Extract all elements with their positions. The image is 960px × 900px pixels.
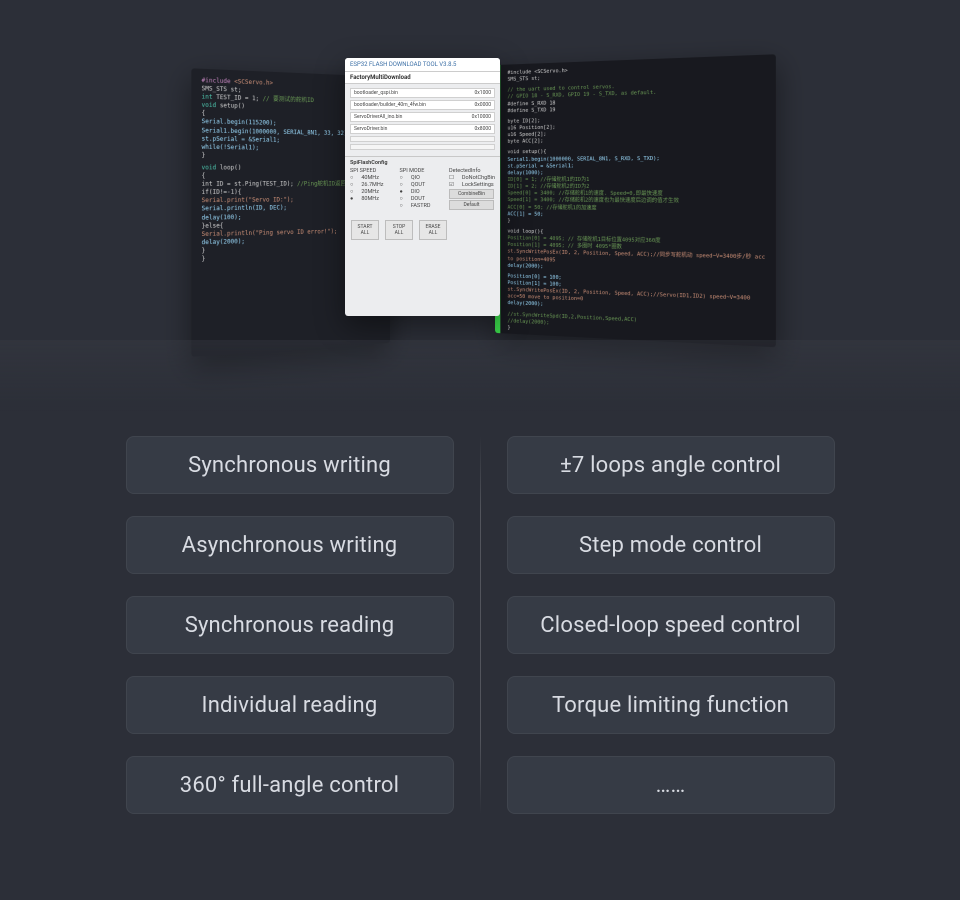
feature-label: Synchronous writing xyxy=(188,453,391,478)
radio-option: ○ DOUT xyxy=(399,196,442,202)
radio-option: ○ QOUT xyxy=(399,182,442,188)
action-buttons: START ALL STOP ALL ERASE ALL xyxy=(345,214,500,246)
file-row: bootloader/builder_40m_4fw.bin 0x0000 xyxy=(350,100,495,110)
column-header: DetectedInfo xyxy=(449,168,495,174)
feature-label: Individual reading xyxy=(202,693,378,718)
feature-pill: Closed-loop speed control xyxy=(507,596,835,654)
radio-option: ○ 40MHz xyxy=(350,175,393,181)
feature-label: Closed-loop speed control xyxy=(540,613,800,638)
code-token: loop() xyxy=(216,164,241,171)
radio-option: ○ QIO xyxy=(399,175,442,181)
code-token: int ID = st.Ping(TEST_ID); xyxy=(202,181,294,188)
mini-button: Default xyxy=(449,200,494,210)
feature-label: Torque limiting function xyxy=(552,693,789,718)
stop-all-button: STOP ALL xyxy=(385,220,413,240)
section-title: SpiFlashConfig xyxy=(350,160,495,166)
option-label: DOUT xyxy=(411,196,425,202)
feature-pill: Torque limiting function xyxy=(507,676,835,734)
code-token: setup() xyxy=(216,102,245,110)
radio-option: ○ 26.7MHz xyxy=(350,182,393,188)
option-label: FASTRD xyxy=(411,203,431,209)
column-header: SPI MODE xyxy=(399,168,442,174)
option-label: 20MHz xyxy=(361,189,379,195)
spi-flash-config: SpiFlashConfig SPI SPEED ○ 40MHz ○ 26.7M… xyxy=(345,156,500,214)
checkbox-option: ☑ LockSettings xyxy=(449,182,495,188)
feature-label: …… xyxy=(656,773,686,798)
file-row: ServoDriverAll_ino.bin 0x10000 xyxy=(350,112,495,122)
erase-all-button: ERASE ALL xyxy=(419,220,447,240)
file-addr: 0x0000 xyxy=(474,102,491,108)
file-addr: 0x1000 xyxy=(474,90,491,96)
column-header: SPI SPEED xyxy=(350,168,393,174)
feature-label: 360° full-angle control xyxy=(180,773,399,798)
file-name: bootloader_qspi.bin xyxy=(354,90,398,96)
feature-label: Asynchronous writing xyxy=(182,533,398,558)
active-tab: FactoryMultiDownload xyxy=(345,72,500,84)
option-label: DIO xyxy=(411,189,420,195)
option-label: 40MHz xyxy=(361,175,379,181)
code-token: #include xyxy=(202,77,231,85)
file-row: ServoDriver.bin 0x8000 xyxy=(350,124,495,134)
code-comment: // 要测试的舵机ID xyxy=(263,96,314,105)
screenshots-carousel: #include <SCServo.h> SMS_STS st; int TES… xyxy=(0,60,960,360)
radio-option: ○ 20MHz xyxy=(350,189,393,195)
option-label: 80MHz xyxy=(361,196,379,202)
code-token: int xyxy=(202,94,213,102)
file-name: bootloader/builder_40m_4fw.bin xyxy=(354,102,426,108)
radio-option: ○ FASTRD xyxy=(399,203,442,209)
window-title: ESP32 FLASH DOWNLOAD TOOL V3.8.5 xyxy=(345,58,500,72)
feature-pill: …… xyxy=(507,756,835,814)
code-token: <SCServo.h> xyxy=(234,78,273,87)
feature-pill: Individual reading xyxy=(126,676,454,734)
start-all-button: START ALL xyxy=(351,220,379,240)
file-name: ServoDriverAll_ino.bin xyxy=(354,114,402,120)
code-token: void xyxy=(202,164,217,171)
code-comment: //Ping舵机ID返回 xyxy=(297,181,346,188)
file-name: ServoDriver.bin xyxy=(354,126,387,132)
file-list: bootloader_qspi.bin 0x1000 bootloader/bui… xyxy=(345,84,500,156)
file-row-empty xyxy=(350,144,495,150)
feature-pill: 360° full-angle control xyxy=(126,756,454,814)
feature-pill: Synchronous writing xyxy=(126,436,454,494)
radio-option: ● DIO xyxy=(399,189,442,195)
file-row-empty xyxy=(350,136,495,142)
radio-option: ● 80MHz xyxy=(350,196,393,202)
file-row: bootloader_qspi.bin 0x1000 xyxy=(350,88,495,98)
feature-label: Step mode control xyxy=(579,533,762,558)
option-label: QOUT xyxy=(411,182,425,188)
checkbox-option: ☐ DoNotChgBin xyxy=(449,175,495,181)
code-token: TEST_ID = 1; xyxy=(213,94,260,103)
mini-button: CombineBin xyxy=(449,189,494,199)
option-label: LockSettings xyxy=(462,182,494,188)
file-addr: 0x8000 xyxy=(474,126,491,132)
code-token: void xyxy=(202,102,217,110)
feature-pill: Synchronous reading xyxy=(126,596,454,654)
feature-label: ±7 loops angle control xyxy=(560,453,781,478)
code-editor-right: #include <SCServo.h> SMS_STS st; // the … xyxy=(495,54,776,347)
features-column-left: Synchronous writing Asynchronous writing… xyxy=(100,436,480,814)
features-column-right: ±7 loops angle control Step mode control… xyxy=(481,436,861,814)
feature-pill: Step mode control xyxy=(507,516,835,574)
features-grid: Synchronous writing Asynchronous writing… xyxy=(50,436,910,814)
file-addr: 0x10000 xyxy=(472,114,491,120)
option-label: DoNotChgBin xyxy=(462,175,495,181)
option-label: 26.7MHz xyxy=(361,182,383,188)
flash-tool-window: ESP32 FLASH DOWNLOAD TOOL V3.8.5 Factory… xyxy=(345,58,500,316)
feature-pill: ±7 loops angle control xyxy=(507,436,835,494)
feature-label: Synchronous reading xyxy=(185,613,395,638)
feature-pill: Asynchronous writing xyxy=(126,516,454,574)
option-label: QIO xyxy=(411,175,420,181)
